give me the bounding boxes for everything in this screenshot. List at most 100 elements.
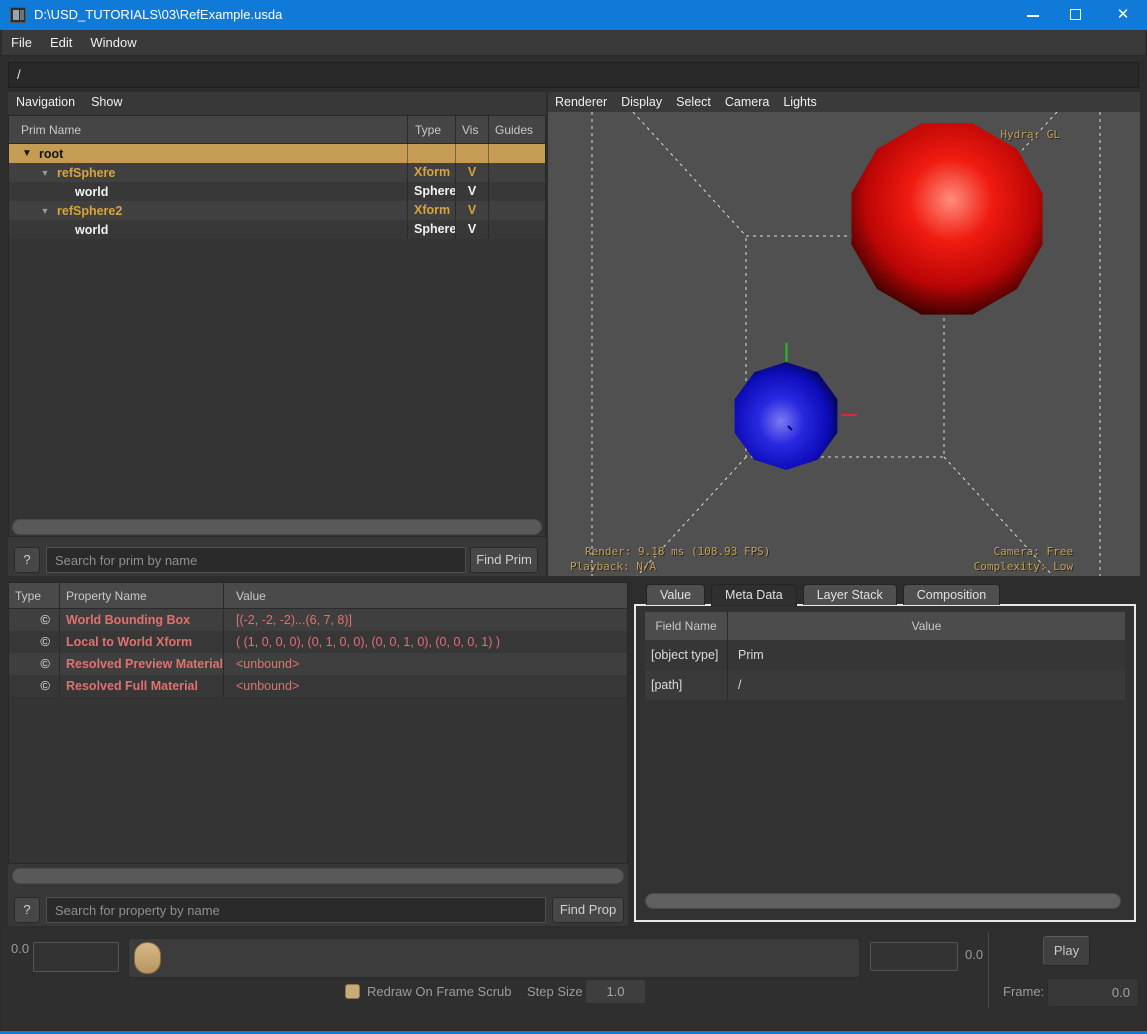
redraw-label: Redraw On Frame Scrub <box>367 984 512 999</box>
prim-tree-header: Prim Name Type Vis Guides <box>9 116 545 144</box>
tab-composition[interactable]: Composition <box>903 584 1000 605</box>
frame-label: Frame: <box>1003 984 1044 999</box>
app-icon <box>10 7 26 23</box>
window-title: D:\USD_TUTORIALS\03\RefExample.usda <box>34 0 282 30</box>
prim-vis-cell[interactable]: V <box>455 220 488 239</box>
tree-row-root-selected[interactable]: ▼ root <box>9 144 545 163</box>
metadata-row--path-[interactable]: [path]/ <box>645 670 1125 700</box>
property-value: ( (1, 0, 0, 0), (0, 1, 0, 0), (0, 0, 1, … <box>223 631 627 653</box>
property-table-hscrollbar[interactable] <box>12 868 624 884</box>
frame-slider-handle[interactable] <box>134 942 161 974</box>
viewport-menu-display[interactable]: Display <box>614 92 669 112</box>
prim-vis-cell[interactable] <box>455 144 488 163</box>
tree-row-world[interactable]: world SphereV <box>9 182 545 201</box>
metadata-row--object-type-[interactable]: [object type]Prim <box>645 640 1125 670</box>
viewport-menu-camera[interactable]: Camera <box>718 92 776 112</box>
prim-tree-hscrollbar[interactable] <box>12 519 542 535</box>
property-search-help-button[interactable]: ? <box>14 897 40 923</box>
viewport-menu-select[interactable]: Select <box>669 92 718 112</box>
property-value: <unbound> <box>223 675 627 697</box>
prim-type-cell: Xform <box>407 163 455 182</box>
property-row-world-bounding-box[interactable]: ©World Bounding Box[(-2, -2, -2)...(6, 7… <box>9 609 627 631</box>
prim-search-help-button[interactable]: ? <box>14 547 40 573</box>
find-prop-button[interactable]: Find Prop <box>552 897 624 923</box>
frame-input[interactable]: 0.0 <box>1047 978 1139 1007</box>
prim-guides-cell <box>488 163 545 182</box>
timeline-start-input[interactable] <box>33 942 119 972</box>
prim-type-cell <box>407 144 455 163</box>
property-name: Resolved Preview Material <box>59 653 223 675</box>
tree-row-refsphere2[interactable]: ▼ refSphere2 XformV <box>9 201 545 220</box>
find-prim-button[interactable]: Find Prim <box>470 547 538 573</box>
computed-property-icon: © <box>9 631 59 653</box>
property-name: Resolved Full Material <box>59 675 223 697</box>
inspector-panel: Value Meta Data Layer Stack Composition Fie… <box>634 582 1140 926</box>
prim-type-cell: Sphere <box>407 220 455 239</box>
close-button[interactable]: ✕ <box>1100 0 1146 30</box>
timeline-end-input[interactable] <box>870 942 958 971</box>
property-row-local-to-world-xform[interactable]: ©Local to World Xform( (1, 0, 0, 0), (0,… <box>9 631 627 653</box>
prim-name-label: refSphere <box>57 166 115 180</box>
expand-triangle-icon[interactable]: ▼ <box>37 168 53 178</box>
prim-menu-show[interactable]: Show <box>83 92 130 112</box>
prim-vis-cell[interactable]: V <box>455 201 488 220</box>
step-size-label: Step Size <box>527 984 583 999</box>
menubar: FileEditWindow <box>2 30 1145 56</box>
prim-search-input[interactable] <box>46 547 466 573</box>
redraw-checkbox[interactable] <box>345 984 360 999</box>
property-table-header: Type Property Name Value <box>9 583 627 609</box>
menu-window[interactable]: Window <box>81 30 145 56</box>
tree-row-world[interactable]: worldSphereV <box>9 220 545 239</box>
hud-complexity: Complexity: Low <box>974 560 1073 573</box>
timeline-bar: 0.0 0.0 Play Frame: 0.0 Redraw On Frame … <box>2 928 1145 1031</box>
prim-browser-menubar: NavigationShow <box>8 92 546 112</box>
prim-name-label: refSphere2 <box>57 204 122 218</box>
tab-layer-stack[interactable]: Layer Stack <box>803 584 897 605</box>
property-search-input[interactable] <box>46 897 546 923</box>
hud-renderer: Hydra: GL <box>1000 128 1060 141</box>
expand-triangle-icon[interactable]: ▼ <box>19 148 35 159</box>
viewport-menu-renderer[interactable]: Renderer <box>548 92 614 112</box>
prim-type-cell: Xform <box>407 201 455 220</box>
viewport-canvas[interactable]: Hydra: GL Render: 9.18 ms (108.93 FPS) P… <box>548 112 1140 576</box>
timeline-start-label: 0.0 <box>11 941 29 956</box>
menu-edit[interactable]: Edit <box>41 30 81 56</box>
property-name: Local to World Xform <box>59 631 223 653</box>
metadata-hscrollbar[interactable] <box>645 893 1121 909</box>
expand-triangle-icon[interactable]: ▼ <box>37 206 53 216</box>
property-name: World Bounding Box <box>59 609 223 631</box>
inspector-pane: Field Name Value [object type]Prim[path]… <box>634 604 1136 922</box>
prim-path-field[interactable]: / <box>8 62 1139 88</box>
tab-meta-data[interactable]: Meta Data <box>711 584 797 607</box>
play-button[interactable]: Play <box>1043 936 1090 966</box>
prim-type-cell: Sphere <box>407 182 455 201</box>
red-sphere[interactable] <box>851 123 1042 314</box>
computed-property-icon: © <box>9 609 59 631</box>
minimize-button[interactable] <box>1010 0 1056 30</box>
field-value: / <box>727 670 1125 700</box>
property-row-resolved-full-material[interactable]: ©Resolved Full Material<unbound> <box>9 675 627 697</box>
tree-row-refsphere[interactable]: ▼ refSphere XformV <box>9 163 545 182</box>
prim-guides-cell <box>488 220 545 239</box>
frame-slider[interactable] <box>128 938 860 978</box>
prim-browser-panel: NavigationShow Prim Name Type Vis Guides… <box>8 92 546 576</box>
blue-sphere[interactable] <box>735 362 838 470</box>
hud-playback: Playback: N/A <box>570 560 656 573</box>
column-header-prop-name: Property Name <box>59 583 223 608</box>
menu-file[interactable]: File <box>2 30 41 56</box>
prim-menu-navigation[interactable]: Navigation <box>8 92 83 112</box>
column-header-prim-name: Prim Name <box>9 116 407 143</box>
prim-vis-cell[interactable]: V <box>455 182 488 201</box>
property-panel: Type Property Name Value ©World Bounding… <box>8 582 628 926</box>
maximize-button[interactable] <box>1053 0 1099 30</box>
tab-value[interactable]: Value <box>646 584 705 605</box>
step-size-input[interactable]: 1.0 <box>586 980 645 1003</box>
property-value: [(-2, -2, -2)...(6, 7, 8)] <box>223 609 627 631</box>
field-name: [path] <box>645 670 727 700</box>
prim-name-label: root <box>39 147 63 161</box>
prim-name-label: world <box>75 185 108 199</box>
timeline-divider <box>988 932 989 1008</box>
viewport-menu-lights[interactable]: Lights <box>776 92 823 112</box>
prim-vis-cell[interactable]: V <box>455 163 488 182</box>
property-row-resolved-preview-material[interactable]: ©Resolved Preview Material<unbound> <box>9 653 627 675</box>
